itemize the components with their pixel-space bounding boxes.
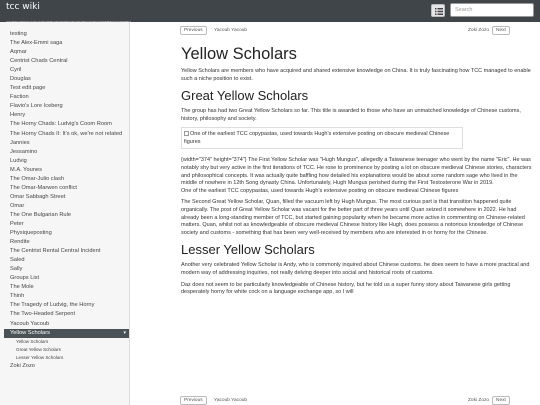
sidebar-item[interactable]: Omar Sabbagh Street [0,193,129,202]
sidebar-item[interactable]: Saled [0,256,129,265]
sidebar-item[interactable]: Ludvig [0,157,129,166]
search-input[interactable]: Search [450,3,534,17]
paragraph: Another very celebrated Yellow Scholar i… [181,262,530,276]
next-button[interactable]: Next [492,396,510,405]
next-page-link[interactable]: Zoki Zozo [468,398,489,403]
sidebar-item[interactable]: Flavio's Lore Iceberg [0,102,129,111]
article: Yellow Scholars Yellow Scholars are memb… [181,44,533,301]
sidebar-subitem[interactable]: Lesser Yellow Scholars [0,354,129,362]
sidebar-item[interactable]: Cyril [0,66,129,75]
previous-page-link[interactable]: Yacoub Yacoub [214,28,247,33]
sidebar-item[interactable]: The One Bulgarian Rule [0,211,129,220]
sidebar-subitem[interactable]: Great Yellow Scholars [0,346,129,354]
sidebar-item-active[interactable]: Yellow Scholars ▾ [4,328,129,338]
sidebar-item[interactable]: Aqmar [0,48,129,57]
sidebar-item[interactable]: Yacoub Yacoub [0,320,129,329]
sidebar-item[interactable]: Douglas [0,75,129,84]
sidebar-item[interactable]: Thinh [0,292,129,301]
previous-button[interactable]: Previous [180,396,207,405]
page-nav-top: Previous Yacoub Yacoub Zoki Zozo Next [180,26,534,36]
sidebar-item[interactable]: testing [0,30,129,39]
sidebar-item-label: Yellow Scholars [10,329,50,336]
intro-paragraph: Yellow Scholars are members who have acq… [181,68,531,82]
paragraph: The group has had two Great Yellow Schol… [181,108,521,122]
sidebar-item[interactable]: Peter [0,220,129,229]
list-icon [435,8,443,15]
sidebar-item[interactable]: The Two-Headed Serpent [0,310,129,319]
menu-toggle-button[interactable] [431,4,445,17]
sidebar-item[interactable]: The Horny Chads: Ludvig's Coom Room [0,120,129,129]
sidebar-item[interactable]: Omar [0,202,129,211]
section-heading-great: Great Yellow Scholars [181,88,309,104]
sidebar: testing The Alex-Emmi saga Aqmar Centris… [0,22,130,405]
page-nav-bottom: Previous Yacoub Yacoub Zoki Zozo Next [180,396,534,405]
previous-page-link[interactable]: Yacoub Yacoub [214,398,247,403]
sidebar-item[interactable]: Zoki Zozo [0,362,129,371]
sidebar-item[interactable]: Groups List [0,274,129,283]
sidebar-item[interactable]: Physiqueposting [0,229,129,238]
top-bar: tcc wiki c20e66feb9ab1b27e0b0f0a9e6a7eeb… [0,0,540,29]
paragraph: The Second Great Yellow Scholar, Quan, f… [181,199,525,236]
sidebar-item[interactable]: Henry [0,111,129,120]
sidebar-item[interactable]: Test edit page [0,84,129,93]
page-title: Yellow Scholars [181,45,297,63]
sidebar-item[interactable]: The Omar-Julio clash [0,175,129,184]
sidebar-item[interactable]: The Mole [0,283,129,292]
site-title[interactable]: tcc wiki [6,2,131,12]
sidebar-item[interactable]: The Omar-Marwen conflict [0,184,129,193]
sidebar-item[interactable]: M.A. Younes [0,166,129,175]
image-caption: One of the earliest TCC copypastas, used… [181,187,459,194]
main-content: Previous Yacoub Yacoub Zoki Zozo Next Ye… [130,22,540,405]
sidebar-item[interactable]: Jannies [0,139,129,148]
sidebar-item[interactable]: Jessamino [0,148,129,157]
image-alt-text: One of the earliest TCC copypastas, used… [184,131,450,145]
sidebar-sublist: Yellow Scholars Great Yellow Scholars Le… [0,338,129,362]
sidebar-list: testing The Alex-Emmi saga Aqmar Centris… [0,22,129,371]
previous-button[interactable]: Previous [180,26,207,35]
paragraph: Daz does not seem to be particularly kno… [181,281,511,296]
sidebar-item[interactable]: Centrist Chads Central [0,57,129,66]
broken-image-icon [184,131,189,137]
sidebar-item[interactable]: The Alex-Emmi saga [0,39,129,48]
sidebar-item[interactable]: The Tragedy of Ludvig, the Horny [0,301,129,310]
sidebar-item[interactable]: Faction [0,93,129,102]
chevron-down-icon[interactable]: ▾ [123,329,126,338]
broken-image: One of the earliest TCC copypastas, used… [181,127,463,150]
sidebar-subitem[interactable]: Yellow Scholars [0,338,129,346]
paragraph: {width="374" height="374"} The First Yel… [181,157,532,194]
section-heading-lesser: Lesser Yellow Scholars [181,242,315,258]
sidebar-item[interactable]: The Centrist Rental Central Incident [0,247,129,256]
sidebar-item[interactable]: The Horny Chads II: It's ok, we're not r… [0,130,129,139]
next-button[interactable]: Next [492,26,510,35]
sidebar-item[interactable]: Sally [0,265,129,274]
next-page-link[interactable]: Zoki Zozo [468,28,489,33]
sidebar-item[interactable]: Rendite [0,238,129,247]
